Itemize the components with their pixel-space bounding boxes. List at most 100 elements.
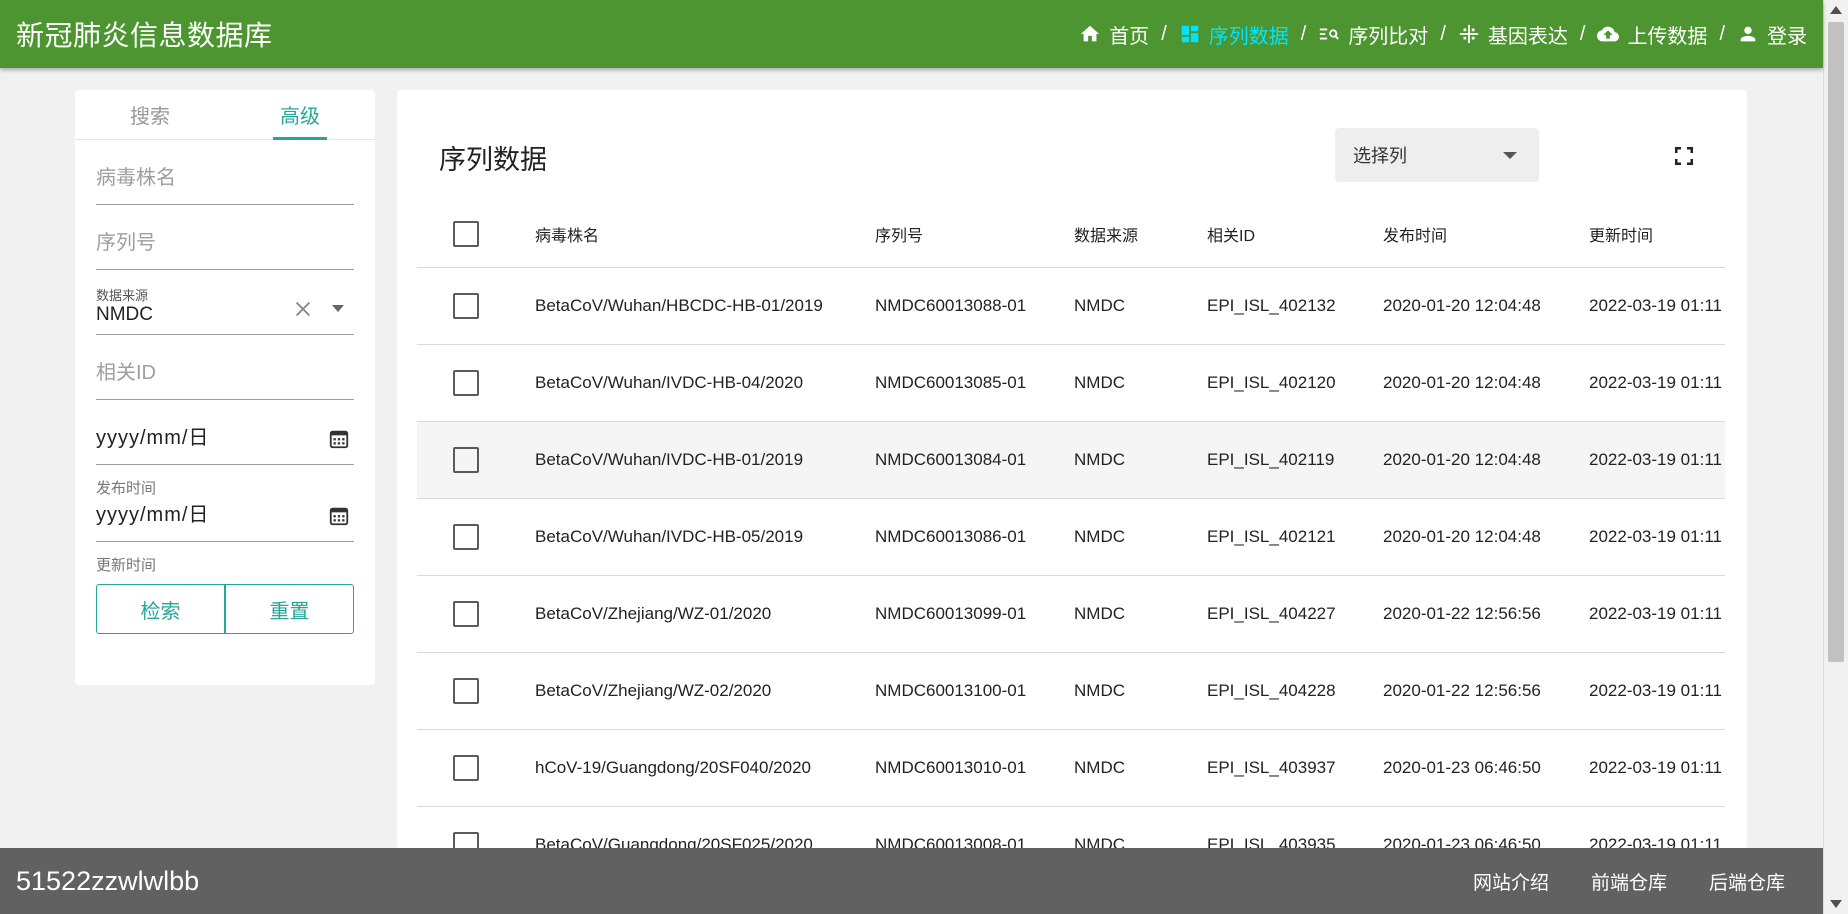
table-cell: EPI_ISL_404227 [1207,603,1336,623]
column-header[interactable]: 病毒株名 [535,202,875,267]
publish-date-label: 发布时间 [96,480,157,497]
table-cell: BetaCoV/Wuhan/IVDC-HB-05/2019 [535,526,804,546]
user-icon [1740,26,1756,42]
row-select-cell [417,267,535,344]
reset-button[interactable]: 重置 [225,584,354,634]
nav-item-label: 首页 [1109,25,1150,48]
calendar-icon[interactable] [328,505,350,527]
clear-icon[interactable] [292,298,314,320]
column-select-label: 选择列 [1353,146,1407,166]
app-footer: 51522zzwlwlbb 网站介绍 前端仓库 后端仓库 [0,848,1823,914]
table-cell: NMDC60013099-01 [875,603,1027,623]
table-cell: 2022-03-19 01:11 [1589,372,1722,392]
select-all-cell [417,202,535,267]
column-header[interactable]: 序列号 [875,202,1074,267]
column-select-dropdown[interactable]: 选择列 [1335,128,1539,182]
table-cell: NMDC [1074,603,1125,623]
table-cell: 2022-03-19 01:11 [1589,295,1722,315]
tab-search[interactable]: 搜索 [75,90,225,139]
scroll-thumb[interactable] [1828,22,1844,662]
table-cell: 2022-03-19 01:11 [1589,757,1722,777]
row-checkbox[interactable] [453,369,479,396]
strain-name-placeholder: 病毒株名 [96,167,176,189]
footer-link-frontend-repo[interactable]: 前端仓库 [1591,868,1667,895]
accession-placeholder: 序列号 [96,232,156,254]
nav-item-label: 序列比对 [1348,25,1429,48]
update-date-input[interactable]: yyyy/mm/日 [96,499,354,542]
app-title[interactable]: 新冠肺炎信息数据库 [16,14,273,54]
column-header[interactable]: 更新时间 [1589,202,1725,267]
advanced-search-form: 病毒株名 序列号 数据来源 NMDC 相关ID yyyy/mm/日 发布时间 y… [75,140,375,634]
nav-item-gene-expression[interactable]: 基因表达 [1458,20,1568,49]
column-header[interactable]: 相关ID [1207,202,1383,267]
page-scrollbar[interactable] [1823,0,1848,914]
table-cell: BetaCoV/Wuhan/HBCDC-HB-01/2019 [535,295,823,315]
table-row[interactable]: BetaCoV/Wuhan/IVDC-HB-01/2019 NMDC6001308… [417,421,1725,498]
nav-separator: / [1300,22,1307,45]
related-id-input[interactable]: 相关ID [96,335,354,400]
table-row[interactable]: BetaCoV/Guangdong/20SF025/2020 NMDC600130… [417,806,1725,850]
nav-item-home[interactable]: 首页 [1079,20,1149,49]
strain-name-input[interactable]: 病毒株名 [96,140,354,205]
nav-item-label: 上传数据 [1627,25,1708,48]
row-checkbox[interactable] [453,523,479,550]
search-panel: 搜索 高级 病毒株名 序列号 数据来源 NMDC 相关ID yyyy/mm/日 … [75,90,375,685]
column-header[interactable]: 数据来源 [1074,202,1207,267]
nav-item-label: 基因表达 [1487,25,1568,48]
table-cell: 2020-01-23 06:46:50 [1383,834,1541,851]
nav-separator: / [1161,22,1167,45]
table-cell: hCoV-19/Guangdong/20SF040/2020 [535,757,812,777]
table-cell: 2020-01-20 12:04:48 [1383,295,1541,315]
row-checkbox[interactable] [453,446,479,473]
select-all-checkbox[interactable] [453,221,479,248]
nav-item-login[interactable]: 登录 [1737,20,1807,49]
accession-input[interactable]: 序列号 [96,205,354,270]
table-row[interactable]: hCoV-19/Guangdong/20SF040/2020 NMDC600130… [417,729,1725,806]
table-header-row: 病毒株名 序列号 数据来源 相关ID 发布时间 更新时间 [417,202,1725,267]
publish-date-input[interactable]: yyyy/mm/日 [96,400,354,465]
column-header[interactable]: 发布时间 [1383,202,1589,267]
table-cell: BetaCoV/Zhejiang/WZ-02/2020 [535,680,772,700]
scroll-down-arrow[interactable] [1830,900,1842,908]
row-checkbox[interactable] [453,677,479,704]
table-cell: BetaCoV/Wuhan/IVDC-HB-04/2020 [535,372,804,392]
table-row[interactable]: BetaCoV/Wuhan/HBCDC-HB-01/2019 NMDC600130… [417,267,1725,344]
table-body: BetaCoV/Wuhan/HBCDC-HB-01/2019 NMDC600130… [417,267,1725,850]
table-cell: NMDC [1074,834,1125,851]
footer-link-backend-repo[interactable]: 后端仓库 [1709,868,1785,895]
chevron-down-icon[interactable] [332,305,344,312]
table-row[interactable]: BetaCoV/Zhejiang/WZ-02/2020 NMDC60013100-… [417,652,1725,729]
search-button[interactable]: 检索 [96,584,225,634]
scroll-up-arrow[interactable] [1830,6,1842,14]
row-checkbox[interactable] [453,292,479,319]
table-cell: 2022-03-19 01:11 [1589,449,1722,469]
table-row[interactable]: BetaCoV/Zhejiang/WZ-01/2020 NMDC60013099-… [417,575,1725,652]
row-checkbox[interactable] [453,600,479,627]
table-cell: NMDC60013086-01 [875,526,1027,546]
related-id-placeholder: 相关ID [96,362,156,384]
table-cell: NMDC60013088-01 [875,295,1027,315]
nav-item-sequence-compare[interactable]: 序列比对 [1318,20,1428,49]
nav-item-sequence-data[interactable]: 序列数据 [1179,20,1289,49]
fullscreen-icon[interactable] [1672,144,1696,168]
nav-item-label: 序列数据 [1208,25,1289,48]
table-cell: NMDC [1074,757,1125,777]
row-checkbox[interactable] [453,754,479,781]
nav-separator: / [1440,22,1446,45]
data-source-select[interactable]: 数据来源 NMDC [96,270,354,335]
footer-brand: 51522zzwlwlbb [16,865,200,896]
publish-date-placeholder: yyyy/mm/日 [96,427,210,449]
row-select-cell [417,729,535,806]
table-cell: EPI_ISL_402120 [1207,372,1336,392]
update-date-placeholder: yyyy/mm/日 [96,504,210,526]
table-row[interactable]: BetaCoV/Wuhan/IVDC-HB-05/2019 NMDC6001308… [417,498,1725,575]
table-cell: NMDC [1074,372,1125,392]
table-cell: NMDC60013100-01 [875,680,1027,700]
cloud-upload-icon [1597,26,1620,42]
nav-item-upload[interactable]: 上传数据 [1597,20,1707,49]
table-cell: BetaCoV/Zhejiang/WZ-01/2020 [535,603,772,623]
calendar-icon[interactable] [328,428,350,450]
tab-advanced[interactable]: 高级 [225,90,375,140]
footer-link-about[interactable]: 网站介绍 [1473,868,1549,895]
table-row[interactable]: BetaCoV/Wuhan/IVDC-HB-04/2020 NMDC6001308… [417,344,1725,421]
